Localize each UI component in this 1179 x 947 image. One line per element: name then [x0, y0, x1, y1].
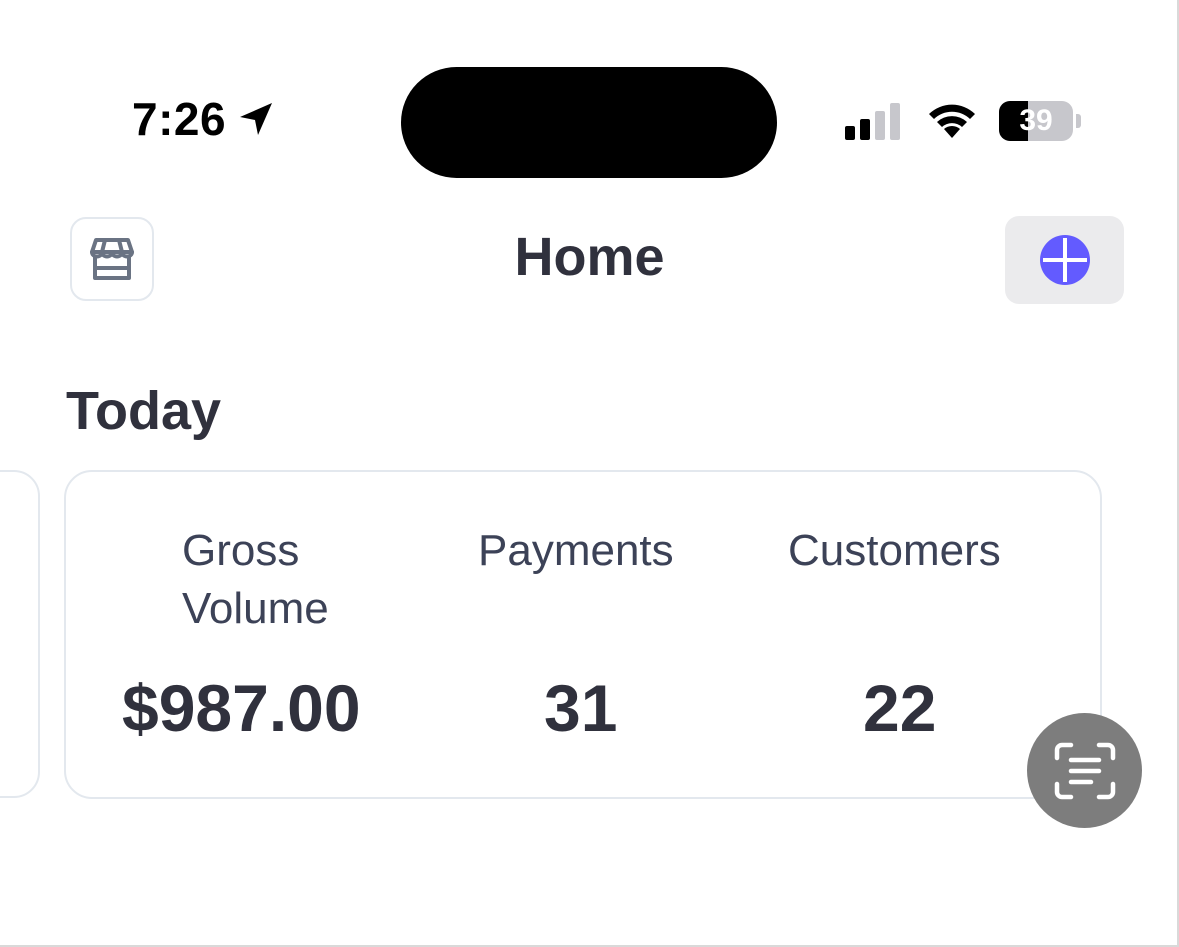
page-title: Home	[514, 227, 665, 287]
battery-level: 39	[1019, 104, 1053, 137]
stat-customers: Customers	[788, 522, 1068, 580]
status-time: 7:26	[132, 93, 227, 145]
location-arrow-icon	[240, 103, 273, 135]
stat-payments: Payments	[478, 522, 738, 580]
status-time-group: 7:26	[132, 92, 276, 146]
status-indicators: 39	[845, 100, 1081, 142]
plus-circle-icon	[1039, 235, 1090, 285]
today-stats-card[interactable]: Gross Volume Payments Customers $987.00 …	[64, 470, 1102, 799]
scan-text-button[interactable]	[1027, 713, 1142, 828]
wifi-icon	[929, 104, 975, 138]
battery-nub	[1076, 114, 1081, 128]
cellular-signal-icon	[845, 103, 900, 140]
stat-value-payments: 31	[544, 671, 618, 745]
stat-value-customers: 22	[863, 671, 937, 745]
dynamic-island	[401, 67, 777, 178]
battery-icon: 39	[999, 101, 1073, 141]
scan-text-icon	[1054, 742, 1115, 799]
stat-label: Payments	[478, 526, 674, 575]
previous-card-peek[interactable]	[0, 470, 40, 798]
stat-label: Customers	[788, 526, 1001, 575]
section-title-today: Today	[66, 381, 222, 441]
home-screen: 7:26 39 Home Today Gross Volume Payments…	[0, 0, 1179, 947]
stat-label: Gross Volume	[182, 526, 329, 633]
stat-value-gross-volume: $987.00	[122, 671, 361, 745]
add-button[interactable]	[1005, 216, 1124, 304]
stat-gross-volume: Gross Volume	[182, 522, 382, 638]
